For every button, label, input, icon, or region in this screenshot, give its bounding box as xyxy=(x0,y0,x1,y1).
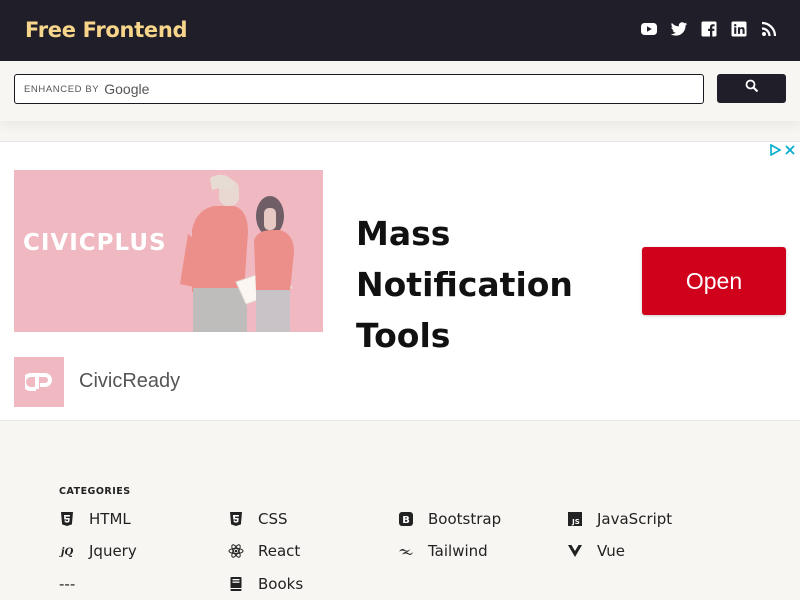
category-label: Books xyxy=(258,575,304,593)
enhanced-by-label: ENHANCED BY xyxy=(24,83,100,95)
category-jquery[interactable]: jQ Jquery xyxy=(59,542,137,560)
svg-text:JS: JS xyxy=(571,518,580,526)
site-header: Free Frontend xyxy=(0,0,800,61)
book-icon xyxy=(228,576,244,592)
social-links xyxy=(640,20,778,38)
tailwind-icon xyxy=(398,543,414,559)
svg-text:jQ: jQ xyxy=(59,547,73,558)
categories-heading: CATEGORIES xyxy=(59,486,131,497)
advertiser-name[interactable]: CivicReady xyxy=(79,370,180,393)
linkedin-icon[interactable] xyxy=(730,20,748,38)
category-books[interactable]: Books xyxy=(228,575,303,593)
category-label: CSS xyxy=(258,510,288,528)
category-bootstrap[interactable]: B Bootstrap xyxy=(398,510,501,528)
ad-headline[interactable]: Mass Notification Tools xyxy=(356,208,596,361)
css3-icon xyxy=(228,511,244,527)
category-tailwind[interactable]: Tailwind xyxy=(398,542,488,560)
rss-icon[interactable] xyxy=(760,20,778,38)
advertiser-logo-icon[interactable] xyxy=(14,357,64,407)
search-button[interactable] xyxy=(717,74,786,103)
category-label: Jquery xyxy=(89,542,137,560)
twitter-icon[interactable] xyxy=(670,20,688,38)
ad-headline-line: Mass xyxy=(356,214,451,253)
site-logo[interactable]: Free Frontend xyxy=(25,18,188,42)
category-label: Vue xyxy=(597,542,625,560)
ad-image[interactable]: CIVICPLUS xyxy=(14,170,323,332)
facebook-icon[interactable] xyxy=(700,20,718,38)
category-separator: --- xyxy=(59,575,75,593)
search-input[interactable]: ENHANCED BY Google xyxy=(14,74,704,104)
bootstrap-icon: B xyxy=(398,511,414,527)
category-label: --- xyxy=(59,575,76,593)
category-label: JavaScript xyxy=(597,510,673,528)
html5-icon xyxy=(59,511,75,527)
category-label: React xyxy=(258,542,301,560)
category-label: HTML xyxy=(89,510,131,528)
adchoices-icon[interactable] xyxy=(769,144,796,156)
google-label: Google xyxy=(104,81,150,97)
search-icon xyxy=(745,79,759,98)
search-bar: ENHANCED BY Google xyxy=(0,61,800,121)
category-html[interactable]: HTML xyxy=(59,510,131,528)
category-label: Bootstrap xyxy=(428,510,502,528)
ad-headline-line: Tools xyxy=(356,316,451,355)
js-icon: JS xyxy=(567,511,583,527)
category-css[interactable]: CSS xyxy=(228,510,288,528)
advertisement: CIVICPLUS Mass Notification Tools Open C… xyxy=(0,141,800,421)
jquery-icon: jQ xyxy=(59,543,75,559)
category-vue[interactable]: Vue xyxy=(567,542,625,560)
vue-icon xyxy=(567,543,583,559)
svg-text:B: B xyxy=(402,515,410,526)
category-react[interactable]: React xyxy=(228,542,300,560)
ad-open-button[interactable]: Open xyxy=(642,247,786,315)
category-label: Tailwind xyxy=(428,542,488,560)
react-icon xyxy=(228,543,244,559)
category-javascript[interactable]: JS JavaScript xyxy=(567,510,672,528)
youtube-icon[interactable] xyxy=(640,20,658,38)
ad-headline-line: Notification xyxy=(356,265,573,304)
people-illustration xyxy=(180,174,294,332)
